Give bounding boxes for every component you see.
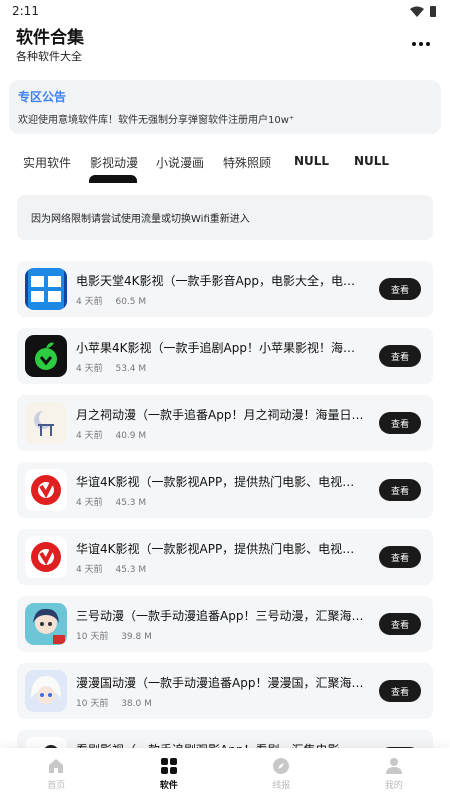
compass-icon: [273, 758, 290, 774]
app-name: 月之祠动漫（一款手追番App！月之祠动漫！海量日漫……: [76, 408, 366, 422]
app-meta: 4 天前 60.5 M: [76, 294, 146, 307]
nav-tips[interactable]: 线报: [225, 748, 338, 800]
tab-utility[interactable]: 实用软件: [23, 154, 71, 171]
app-time: 10 天前: [76, 699, 109, 709]
more-options-icon[interactable]: [408, 34, 434, 54]
grid-icon: [160, 758, 177, 774]
app-size: 39.8 M: [121, 632, 152, 642]
app-size: 38.0 M: [121, 699, 152, 709]
app-name: 三号动漫（一款手动漫追番App！三号动漫，汇聚海量动漫……: [76, 609, 366, 623]
app-size: 53.4 M: [115, 364, 147, 374]
nav-software-label: 软件: [159, 781, 178, 791]
green-apple-icon: [25, 335, 67, 377]
app-time: 10 天前: [76, 632, 109, 642]
app-meta: 4 天前 40.9 M: [76, 428, 146, 441]
nav-home[interactable]: 首页: [0, 748, 113, 800]
tab-novel-comic[interactable]: 小说漫画: [156, 154, 204, 171]
app-card[interactable]: 华谊4K影视（一款影视APP，提供热门电影、电视剧、综艺…… 4 天前 45.3…: [17, 462, 433, 518]
app-meta: 4 天前 45.3 M: [76, 562, 146, 575]
app-meta: 10 天前 39.8 M: [76, 629, 152, 642]
network-hint: 因为网络限制请尝试使用流量或切换Wifi重新进入: [17, 195, 433, 240]
network-hint-text: 因为网络限制请尝试使用流量或切换Wifi重新进入: [31, 214, 250, 225]
app-time: 4 天前: [76, 431, 103, 441]
app-meta: 10 天前 38.0 M: [76, 696, 152, 709]
app-header: 软件合集 各种软件大全: [0, 26, 450, 70]
page-title: 软件合集: [16, 28, 84, 48]
app-size: 40.9 M: [115, 431, 147, 441]
view-button[interactable]: 查看: [379, 479, 421, 501]
announcement-title: 专区公告: [18, 90, 67, 104]
person-icon: [385, 758, 402, 774]
huayi-red-icon: [25, 536, 67, 578]
app-card[interactable]: 小苹果4K影视（一款手追剧App！小苹果影视！海量电影…… 4 天前 53.4 …: [17, 328, 433, 384]
app-name: 电影天堂4K影视（一款手影音App，电影大全，电影，电视剧……: [76, 274, 366, 288]
white-hair-girl-icon: [25, 670, 67, 712]
view-button[interactable]: 查看: [379, 546, 421, 568]
app-time: 4 天前: [76, 565, 103, 575]
category-tabs: 实用软件 影视动漫 小说漫画 特殊照顾 NULL NULL: [0, 150, 450, 184]
app-meta: 4 天前 45.3 M: [76, 495, 146, 508]
active-tab-indicator: [89, 175, 137, 183]
view-button[interactable]: 查看: [379, 613, 421, 635]
tab-video-anime[interactable]: 影视动漫: [90, 154, 138, 171]
nav-tips-label: 线报: [272, 781, 291, 791]
status-icons: [410, 5, 436, 17]
app-name: 小苹果4K影视（一款手追剧App！小苹果影视！海量电影……: [76, 341, 366, 355]
view-button[interactable]: 查看: [379, 345, 421, 367]
moon-shrine-icon: [25, 402, 67, 444]
huayi-red-icon: [25, 469, 67, 511]
app-card[interactable]: 电影天堂4K影视（一款手影音App，电影大全，电影，电视剧…… 4 天前 60.…: [17, 261, 433, 317]
app-time: 4 天前: [76, 297, 103, 307]
app-size: 45.3 M: [115, 565, 147, 575]
app-meta: 4 天前 53.4 M: [76, 361, 146, 374]
nav-software[interactable]: 软件: [113, 748, 226, 800]
view-button[interactable]: 查看: [379, 680, 421, 702]
app-card[interactable]: 漫漫国动漫（一款手动漫追番App！漫漫国，汇聚海量动漫…… 10 天前 38.0…: [17, 663, 433, 719]
nav-profile[interactable]: 我的: [338, 748, 450, 800]
bottom-navigation: 首页 软件 线报 我的: [0, 748, 450, 800]
app-name: 华谊4K影视（一款影视APP，提供热门电影、电视剧、综艺……: [76, 542, 366, 556]
tab-special[interactable]: 特殊照顾: [223, 154, 271, 171]
nav-home-label: 首页: [47, 781, 66, 791]
app-size: 45.3 M: [115, 498, 147, 508]
home-icon: [49, 759, 64, 773]
wifi-icon: [410, 6, 424, 17]
battery-icon: [430, 5, 436, 17]
announcement-card: 专区公告 欢迎使用意境软件库！软件无强制分享弹窗软件注册用户10w⁺: [9, 80, 441, 134]
app-card[interactable]: 月之祠动漫（一款手追番App！月之祠动漫！海量日漫…… 4 天前 40.9 M …: [17, 395, 433, 451]
tab-null-1[interactable]: NULL: [294, 154, 329, 168]
film-paradise-icon: [25, 268, 67, 310]
announcement-text: 欢迎使用意境软件库！软件无强制分享弹窗软件注册用户10w⁺: [18, 115, 295, 126]
nav-profile-label: 我的: [384, 781, 403, 791]
app-time: 4 天前: [76, 364, 103, 374]
status-time: 2:11: [12, 4, 39, 18]
app-card[interactable]: 华谊4K影视（一款影视APP，提供热门电影、电视剧、综艺…… 4 天前 45.3…: [17, 529, 433, 585]
anime-girl-icon: [25, 603, 67, 645]
view-button[interactable]: 查看: [379, 412, 421, 434]
view-button[interactable]: 查看: [379, 278, 421, 300]
app-card[interactable]: 三号动漫（一款手动漫追番App！三号动漫，汇聚海量动漫…… 10 天前 39.8…: [17, 596, 433, 652]
app-time: 4 天前: [76, 498, 103, 508]
page-subtitle: 各种软件大全: [16, 50, 82, 63]
status-bar: 2:11: [0, 0, 450, 22]
tab-null-2[interactable]: NULL: [354, 154, 389, 168]
app-size: 60.5 M: [115, 297, 147, 307]
app-name: 漫漫国动漫（一款手动漫追番App！漫漫国，汇聚海量动漫……: [76, 676, 366, 690]
app-name: 华谊4K影视（一款影视APP，提供热门电影、电视剧、综艺……: [76, 475, 366, 489]
